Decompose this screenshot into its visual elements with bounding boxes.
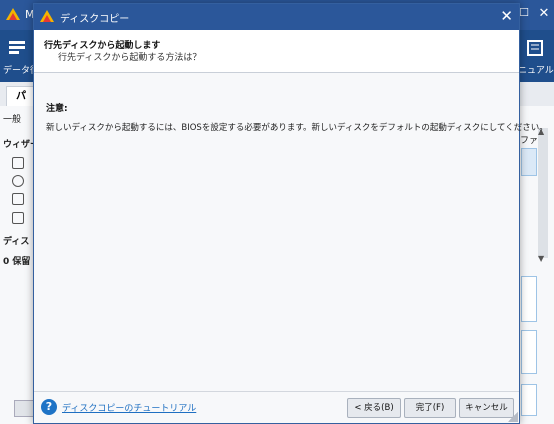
- sidebar-general-label: 一般: [3, 115, 22, 125]
- sidebar-disk-label: ディス: [3, 237, 30, 247]
- dialog-body: 注意: 新しいディスクから起動するには、BIOSを設定する必要があります。新しい…: [34, 73, 548, 392]
- dialog-footer: ? ディスクコピーのチュートリアル < 戻る(B) 完了(F) キャンセル: [34, 392, 519, 423]
- resize-grip[interactable]: [508, 412, 518, 422]
- disk-map-cell[interactable]: [521, 330, 537, 374]
- dialog-header: 行先ディスクから起動します 行先ディスクから起動する方法は？: [34, 30, 519, 73]
- help-icon[interactable]: ?: [41, 399, 57, 415]
- note-text: 新しいディスクから起動するには、BIOSを設定する必要があります。新しいディスク…: [46, 123, 548, 133]
- disk-copy-dialog: ディスクコピー ✕ 行先ディスクから起動します 行先ディスクから起動する方法は？…: [33, 3, 548, 424]
- sidebar-pending-label: 0 保留: [3, 257, 31, 267]
- wizard-item-icon[interactable]: [12, 157, 24, 169]
- data-recovery-icon[interactable]: [8, 40, 26, 56]
- wizard-item-icon[interactable]: [12, 175, 24, 187]
- finish-button[interactable]: 完了(F): [404, 398, 456, 418]
- main-close-button[interactable]: ✕: [536, 6, 552, 21]
- back-button[interactable]: < 戻る(B): [347, 398, 401, 418]
- step-subtitle: 行先ディスクから起動する方法は？: [58, 53, 202, 63]
- toolbar-manual-label[interactable]: ニュアル: [518, 63, 554, 76]
- tutorial-link[interactable]: ディスクコピーのチュートリアル: [62, 401, 196, 414]
- cancel-button[interactable]: キャンセル: [459, 398, 514, 418]
- disk-map-cell[interactable]: [521, 276, 537, 322]
- scroll-down-icon[interactable]: ▼: [538, 254, 544, 263]
- main-scrollbar[interactable]: [538, 128, 548, 258]
- wizard-item-icon[interactable]: [12, 193, 24, 205]
- dialog-titlebar[interactable]: ディスクコピー ✕: [34, 4, 519, 30]
- app-logo-icon: [40, 10, 54, 22]
- dialog-close-button[interactable]: ✕: [500, 7, 513, 25]
- dialog-title: ディスクコピー: [60, 14, 130, 25]
- table-row[interactable]: [521, 148, 537, 176]
- wizard-item-icon[interactable]: [12, 212, 24, 224]
- tab-partition[interactable]: パ: [6, 86, 36, 107]
- manual-icon[interactable]: [526, 40, 544, 56]
- note-label: 注意:: [46, 104, 68, 114]
- app-logo-icon: [6, 8, 20, 20]
- disk-map-cell[interactable]: [521, 384, 537, 416]
